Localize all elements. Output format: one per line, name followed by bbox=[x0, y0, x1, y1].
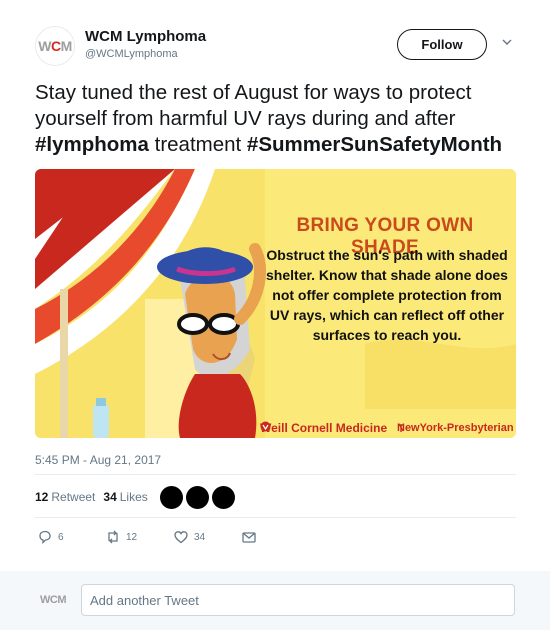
like-stat-label: Likes bbox=[119, 490, 148, 504]
weill-cornell-icon bbox=[260, 421, 271, 432]
retweet-stat[interactable]: 12 Retweet bbox=[35, 490, 95, 504]
reply-avatar-text: WCM bbox=[40, 594, 67, 606]
nyp-icon bbox=[398, 424, 403, 432]
tweet-text-middle: treatment bbox=[148, 133, 247, 156]
media-body: Obstruct the sun's path with shaded shel… bbox=[266, 247, 508, 343]
like-stat[interactable]: 34 Likes bbox=[103, 490, 147, 504]
chevron-down-icon[interactable] bbox=[502, 37, 512, 47]
avatar[interactable]: WCM bbox=[35, 26, 75, 66]
follow-button[interactable]: Follow bbox=[397, 29, 487, 60]
author-names: WCM Lymphoma @WCMLymphoma bbox=[85, 28, 206, 60]
tweet-stats: 12 Retweet 34 Likes bbox=[35, 487, 156, 507]
heart-icon bbox=[174, 531, 188, 544]
retweet-action-count: 12 bbox=[126, 531, 138, 543]
retweet-icon bbox=[108, 530, 118, 544]
liker-avatar[interactable] bbox=[186, 486, 209, 509]
add-tweet-input[interactable] bbox=[81, 584, 515, 616]
reply-icon bbox=[39, 530, 51, 545]
hashtag-summer-sun-safety-month[interactable]: #SummerSunSafetyMonth bbox=[247, 133, 502, 156]
reply-bar: WCM bbox=[0, 571, 550, 630]
avatar-letter-w: W bbox=[38, 38, 51, 54]
divider bbox=[35, 517, 516, 518]
tweet-header: WCM WCM Lymphoma @WCMLymphoma Follow bbox=[35, 26, 525, 70]
avatar-letter-m: M bbox=[60, 38, 73, 54]
display-name[interactable]: WCM Lymphoma bbox=[85, 28, 206, 45]
liker-avatar[interactable] bbox=[160, 486, 183, 509]
like-action-count: 34 bbox=[194, 531, 206, 543]
reply-count: 6 bbox=[58, 531, 64, 543]
nyp-text: NewYork-Presbyterian bbox=[397, 422, 514, 434]
envelope-icon bbox=[242, 532, 256, 543]
avatar-letter-c: C bbox=[50, 38, 61, 54]
like-action[interactable]: 34 bbox=[173, 529, 205, 545]
weill-cornell-text: Weill Cornell Medicine bbox=[260, 421, 388, 435]
retweet-action[interactable]: 12 bbox=[105, 529, 137, 545]
reply-action[interactable]: 6 bbox=[37, 529, 64, 545]
weill-cornell-logo: Weill Cornell Medicine bbox=[260, 421, 387, 435]
nyp-logo: NewYork-Presbyterian bbox=[397, 422, 514, 434]
liker-avatars bbox=[160, 486, 238, 509]
liker-avatar[interactable] bbox=[212, 486, 235, 509]
retweet-stat-label: Retweet bbox=[51, 490, 96, 504]
retweet-stat-count: 12 bbox=[35, 490, 49, 504]
like-stat-count: 34 bbox=[103, 490, 117, 504]
tweet-timestamp[interactable]: 5:45 PM - Aug 21, 2017 bbox=[35, 453, 161, 467]
tweet-text: Stay tuned the rest of August for ways t… bbox=[35, 80, 525, 158]
hashtag-lymphoma[interactable]: #lymphoma bbox=[35, 133, 149, 156]
direct-message-action[interactable] bbox=[241, 529, 257, 545]
tweet-text-line: Stay tuned the rest of August for ways t… bbox=[35, 81, 472, 130]
handle[interactable]: @WCMLymphoma bbox=[85, 48, 206, 60]
reply-avatar: WCM bbox=[35, 584, 71, 616]
tweet-media-image[interactable]: BRING YOUR OWN SHADE Obstruct the sun's … bbox=[35, 169, 516, 438]
divider bbox=[35, 474, 516, 475]
